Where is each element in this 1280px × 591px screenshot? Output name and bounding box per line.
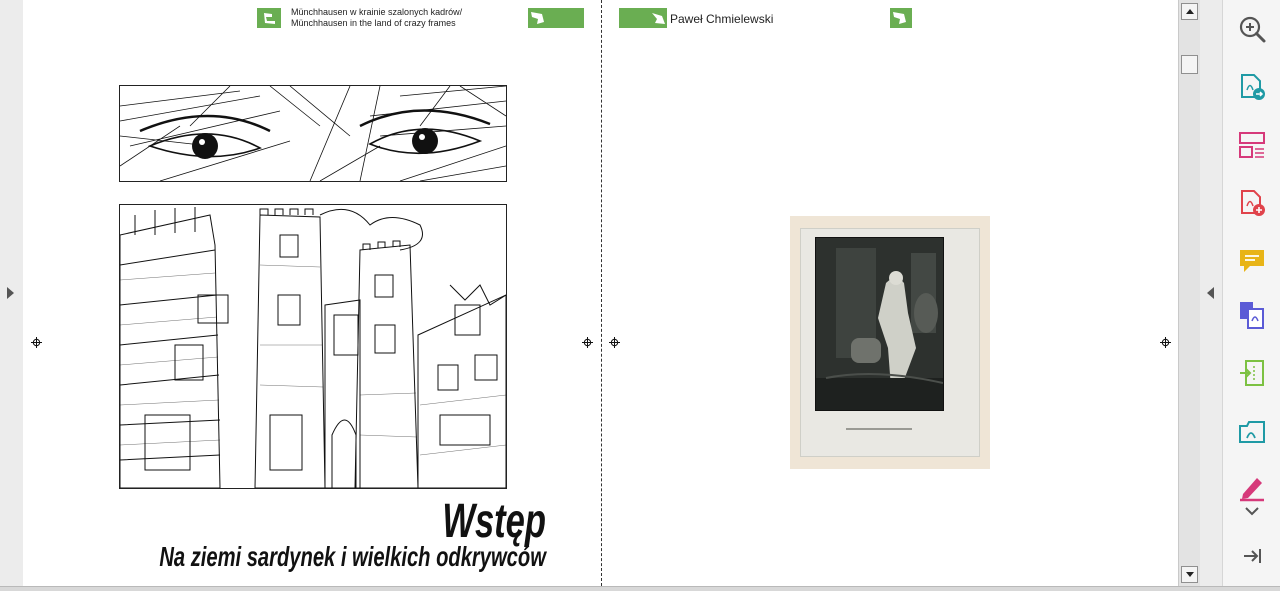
compress-icon[interactable] bbox=[1237, 358, 1267, 388]
header-line-2: Münchhausen in the land of crazy frames bbox=[291, 18, 456, 28]
scroll-down-icon bbox=[1186, 572, 1194, 577]
document-viewport: Münchhausen w krainie szalonych kadrów/ … bbox=[23, 0, 1178, 586]
eyes-illustration bbox=[120, 86, 506, 181]
crop-mark-icon bbox=[609, 337, 620, 348]
combine-files-icon[interactable] bbox=[1237, 300, 1267, 330]
header-line-1: Münchhausen w krainie szalonych kadrów/ bbox=[291, 7, 463, 17]
right-panel-toggle[interactable] bbox=[1200, 0, 1222, 586]
fill-sign-icon[interactable] bbox=[1237, 416, 1267, 446]
tools-pane bbox=[1222, 0, 1280, 586]
expand-left-icon[interactable] bbox=[7, 287, 14, 299]
crop-mark-icon bbox=[582, 337, 593, 348]
crop-mark-icon bbox=[31, 337, 42, 348]
comment-icon[interactable] bbox=[1237, 246, 1267, 276]
collapse-panel-icon[interactable] bbox=[1237, 541, 1267, 571]
header-tab-left-icon bbox=[257, 8, 281, 28]
comic-panel-castle bbox=[119, 204, 507, 489]
header-tab-left-end-icon bbox=[528, 8, 584, 28]
page-subtitle: Na ziemi sardynek i wielkich odkrywców bbox=[159, 541, 546, 572]
collapse-right-icon[interactable] bbox=[1207, 287, 1214, 299]
running-header-right: Paweł Chmielewski bbox=[670, 12, 774, 26]
organize-pages-icon[interactable] bbox=[1237, 130, 1267, 160]
create-pdf-icon[interactable] bbox=[1237, 188, 1267, 218]
header-tab-right-icon bbox=[619, 8, 667, 28]
page-spine bbox=[601, 0, 602, 586]
engraving-caption bbox=[846, 428, 912, 430]
zoom-in-icon[interactable] bbox=[1237, 14, 1267, 44]
engraving-image bbox=[815, 237, 944, 411]
more-tools-icon[interactable] bbox=[1237, 498, 1267, 528]
scroll-down-button[interactable] bbox=[1181, 566, 1198, 583]
running-header-left: Münchhausen w krainie szalonych kadrów/ … bbox=[291, 7, 462, 29]
engraving-illustration bbox=[816, 238, 943, 410]
scroll-up-button[interactable] bbox=[1181, 3, 1198, 20]
engraving-photo bbox=[790, 216, 990, 469]
status-bar bbox=[0, 586, 1280, 591]
scroll-up-icon bbox=[1186, 9, 1194, 14]
vertical-scrollbar[interactable] bbox=[1178, 0, 1201, 586]
crop-mark-icon bbox=[1160, 337, 1171, 348]
comic-panel-eyes bbox=[119, 85, 507, 182]
scroll-thumb[interactable] bbox=[1181, 55, 1198, 74]
export-pdf-icon[interactable] bbox=[1237, 72, 1267, 102]
header-tab-right-end-icon bbox=[890, 8, 912, 28]
castle-illustration bbox=[120, 207, 506, 488]
left-panel-toggle[interactable] bbox=[0, 0, 24, 586]
